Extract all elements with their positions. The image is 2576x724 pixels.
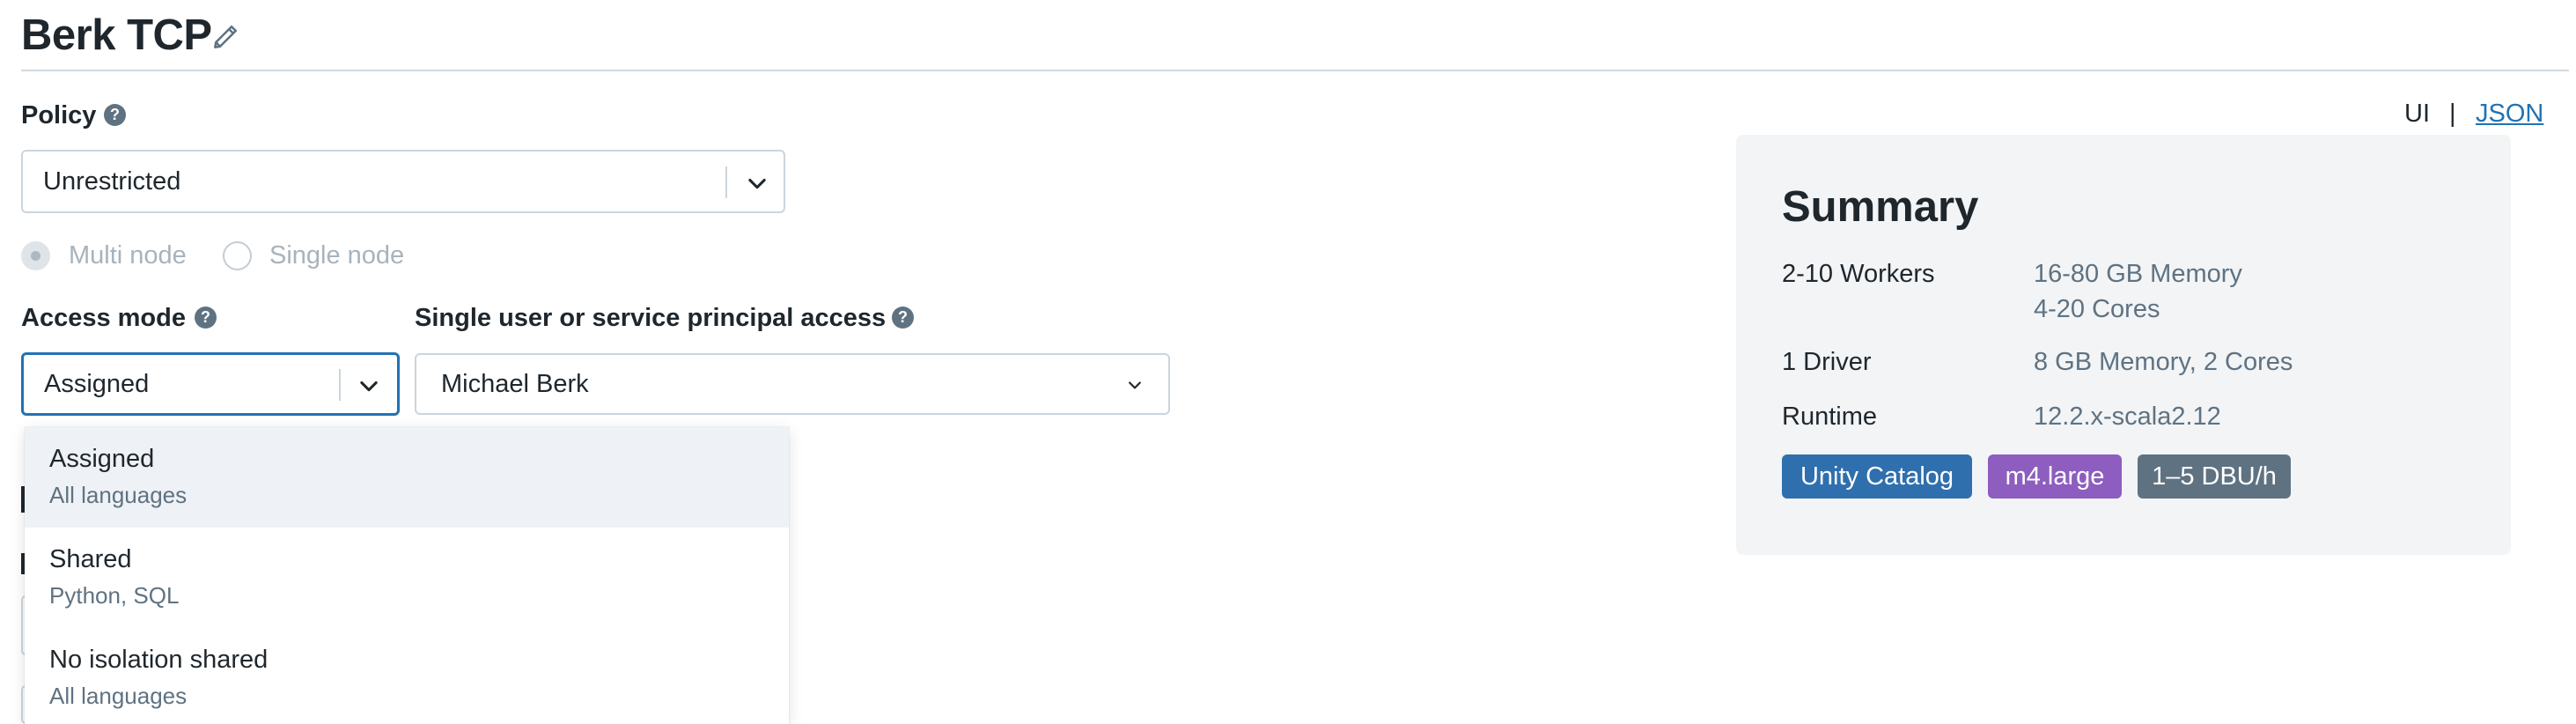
summary-driver-value: 8 GB Memory, 2 Cores	[2034, 348, 2293, 376]
menu-item-no-isolation-shared[interactable]: No isolation shared All languages	[25, 628, 789, 724]
policy-help-icon[interactable]: ?	[104, 104, 126, 126]
menu-item-title: Assigned	[49, 445, 155, 473]
summary-runtime-key: Runtime	[1782, 403, 1877, 431]
access-mode-help-icon[interactable]: ?	[195, 307, 217, 329]
menu-item-shared[interactable]: Shared Python, SQL	[25, 528, 789, 628]
view-toggle-ui[interactable]: UI	[2404, 96, 2430, 131]
access-mode-select-value: Assigned	[44, 370, 150, 398]
access-mode-select[interactable]: Assigned	[21, 352, 400, 416]
page-title: Berk TCP	[21, 11, 212, 59]
view-toggle-json-link[interactable]: JSON	[2476, 96, 2543, 131]
menu-item-subtitle: Python, SQL	[49, 582, 180, 609]
policy-label: Policy	[21, 101, 97, 129]
edit-pencil-icon[interactable]	[210, 19, 243, 53]
title-divider	[21, 70, 2569, 71]
access-mode-label: Access mode	[21, 304, 186, 332]
chevron-down-icon[interactable]	[1126, 376, 1144, 394]
policy-select-value: Unrestricted	[43, 167, 181, 196]
summary-workers-memory: 16-80 GB Memory	[2034, 260, 2242, 288]
single-user-help-icon[interactable]: ?	[892, 307, 914, 329]
chevron-down-icon[interactable]	[745, 171, 769, 196]
menu-item-assigned[interactable]: Assigned All languages	[25, 427, 789, 528]
chevron-down-icon[interactable]	[357, 373, 381, 398]
summary-card: Summary 2-10 Workers 16-80 GB Memory 4-2…	[1736, 135, 2511, 555]
access-mode-menu: Assigned All languages Shared Python, SQ…	[25, 427, 789, 724]
multi-node-label: Multi node	[69, 241, 187, 270]
single-user-label: Single user or service principal access	[415, 304, 887, 332]
select-divider	[725, 166, 727, 198]
summary-driver-key: 1 Driver	[1782, 348, 1872, 376]
menu-item-subtitle: All languages	[49, 683, 188, 709]
instance-type-badge: m4.large	[1988, 454, 2122, 499]
single-node-radio[interactable]	[223, 241, 252, 270]
view-toggle-separator: |	[2449, 100, 2456, 128]
policy-select[interactable]: Unrestricted	[21, 150, 785, 213]
menu-item-title: Shared	[49, 545, 132, 573]
summary-title: Summary	[1782, 183, 1979, 231]
summary-runtime-value: 12.2.x-scala2.12	[2034, 403, 2221, 431]
single-user-select-value: Michael Berk	[441, 370, 589, 398]
dbu-rate-badge: 1–5 DBU/h	[2138, 454, 2291, 499]
summary-workers-cores: 4-20 Cores	[2034, 295, 2160, 323]
unity-catalog-badge: Unity Catalog	[1782, 454, 1972, 499]
single-node-label: Single node	[269, 241, 405, 270]
select-divider	[339, 369, 341, 401]
multi-node-radio[interactable]	[21, 241, 50, 270]
single-user-select[interactable]: Michael Berk	[415, 353, 1170, 415]
menu-item-subtitle: All languages	[49, 482, 188, 508]
summary-workers-key: 2-10 Workers	[1782, 260, 1935, 288]
menu-item-title: No isolation shared	[49, 646, 269, 674]
